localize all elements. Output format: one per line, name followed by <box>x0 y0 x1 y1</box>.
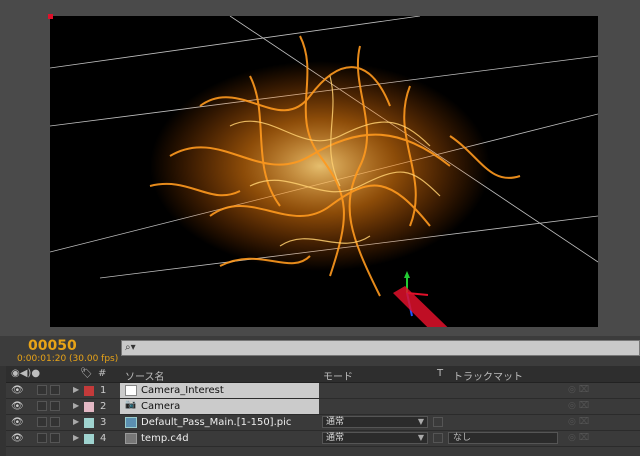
parent-pick-whip-icon[interactable]: ◎ ⌧ <box>568 433 589 443</box>
chevron-down-icon: ▼ <box>417 433 424 442</box>
track-matte-dropdown[interactable]: なし <box>448 432 558 444</box>
layer-name[interactable]: Camera_Interest <box>141 385 224 396</box>
composition-viewer[interactable] <box>50 16 598 327</box>
layer-search-input[interactable]: ⌕▾ <box>121 340 640 356</box>
layer-row[interactable]: 👁 ▶ 2 📷 Camera ◎ ⌧ <box>0 399 640 415</box>
eye-icon[interactable]: 👁 <box>11 433 24 444</box>
c4d-icon <box>125 433 137 444</box>
audio-switch[interactable] <box>37 401 47 411</box>
lock-switch[interactable] <box>50 385 60 395</box>
eye-icon[interactable]: 👁 <box>11 417 24 428</box>
twirl-triangle-icon[interactable]: ▶ <box>73 417 79 426</box>
annotation-arrow <box>393 286 448 327</box>
visibility-column-icon[interactable]: ◉◀)● <box>11 368 40 379</box>
layer-name[interactable]: temp.c4d <box>141 433 189 444</box>
label-color-swatch[interactable] <box>84 434 94 444</box>
blend-mode-value: 通常 <box>326 433 345 443</box>
layer-number: 3 <box>100 417 107 428</box>
layer-number: 1 <box>100 385 107 396</box>
blend-mode-dropdown[interactable]: 通常 ▼ <box>322 432 428 444</box>
lock-switch[interactable] <box>50 433 60 443</box>
blend-mode-dropdown[interactable]: 通常 ▼ <box>322 416 428 428</box>
preserve-transparency-checkbox[interactable] <box>433 433 443 443</box>
track-matte-value: なし <box>453 433 472 443</box>
camera-icon: 📷 <box>125 400 137 410</box>
column-mode[interactable]: モード <box>323 368 353 383</box>
lock-switch[interactable] <box>50 417 60 427</box>
panel-left-edge <box>0 366 6 456</box>
eye-icon[interactable]: 👁 <box>11 385 24 396</box>
label-color-swatch[interactable] <box>84 386 94 396</box>
audio-switch[interactable] <box>37 385 47 395</box>
search-icon: ⌕▾ <box>125 342 136 353</box>
column-source-name[interactable]: ソース名 <box>125 368 165 383</box>
blend-mode-value: 通常 <box>326 417 345 427</box>
audio-switch[interactable] <box>37 417 47 427</box>
column-number[interactable]: # <box>98 368 106 379</box>
layer-name[interactable]: Camera <box>141 401 180 412</box>
layer-number: 4 <box>100 433 107 444</box>
viewer-corner-handle <box>48 14 53 19</box>
preserve-transparency-checkbox[interactable] <box>433 417 443 427</box>
twirl-triangle-icon[interactable]: ▶ <box>73 385 79 394</box>
layer-row[interactable]: 👁 ▶ 1 Camera_Interest ◎ ⌧ <box>0 383 640 399</box>
layer-row[interactable]: 👁 ▶ 3 Default_Pass_Main.[1-150].pic 通常 ▼… <box>0 415 640 431</box>
current-timecode: 0:00:01:20 (30.00 fps) <box>17 354 119 364</box>
chevron-down-icon: ▼ <box>417 417 424 426</box>
audio-switch[interactable] <box>37 433 47 443</box>
column-track-matte[interactable]: トラックマット <box>453 368 523 383</box>
fire-render <box>149 35 521 297</box>
parent-pick-whip-icon[interactable]: ◎ ⌧ <box>568 385 589 395</box>
lock-switch[interactable] <box>50 401 60 411</box>
layer-name[interactable]: Default_Pass_Main.[1-150].pic <box>141 417 291 428</box>
current-frame[interactable]: 00050 <box>28 338 77 354</box>
twirl-triangle-icon[interactable]: ▶ <box>73 401 79 410</box>
eye-icon[interactable]: 👁 <box>11 401 24 412</box>
null-icon <box>125 385 137 396</box>
label-color-swatch[interactable] <box>84 418 94 428</box>
parent-pick-whip-icon[interactable]: ◎ ⌧ <box>568 401 589 411</box>
column-t[interactable]: T <box>437 368 443 379</box>
layer-number: 2 <box>100 401 107 412</box>
twirl-triangle-icon[interactable]: ▶ <box>73 433 79 442</box>
label-color-swatch[interactable] <box>84 402 94 412</box>
footage-icon <box>125 417 137 428</box>
layer-column-header: ◉◀)● 🏷 # ソース名 モード T トラックマット <box>0 366 640 383</box>
viewer-canvas <box>50 16 598 327</box>
parent-pick-whip-icon[interactable]: ◎ ⌧ <box>568 417 589 427</box>
label-column-icon[interactable]: 🏷 <box>80 368 93 379</box>
layer-row[interactable]: 👁 ▶ 4 temp.c4d 通常 ▼ なし ◎ ⌧ <box>0 431 640 447</box>
